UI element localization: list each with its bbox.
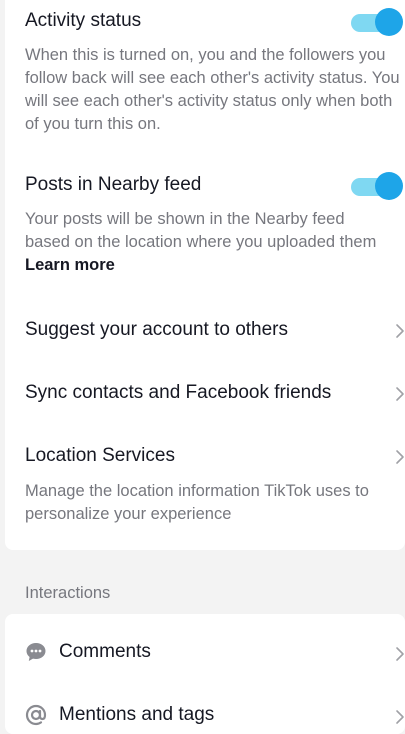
chevron-right-icon xyxy=(396,647,404,661)
chevron-right-icon xyxy=(396,450,404,464)
privacy-settings-card: Activity status When this is turned on, … xyxy=(5,0,405,550)
nearby-feed-description: Your posts will be shown in the Nearby f… xyxy=(25,208,385,277)
nearby-feed-title: Posts in Nearby feed xyxy=(25,174,202,195)
toggle-knob xyxy=(375,172,403,200)
toggle-knob xyxy=(375,8,403,36)
suggest-account-title: Suggest your account to others xyxy=(25,319,288,340)
nearby-feed-toggle[interactable] xyxy=(351,172,403,200)
location-services-title: Location Services xyxy=(25,445,175,466)
learn-more-link[interactable]: Learn more xyxy=(25,256,115,274)
nearby-feed-row: Posts in Nearby feed Your posts will be … xyxy=(25,172,405,274)
mentions-label: Mentions and tags xyxy=(59,704,215,725)
at-sign-icon xyxy=(25,704,47,726)
mentions-row[interactable]: Mentions and tags xyxy=(5,697,405,733)
comments-row[interactable]: Comments xyxy=(5,634,405,670)
activity-status-title: Activity status xyxy=(25,10,142,31)
sync-contacts-title: Sync contacts and Facebook friends xyxy=(25,382,332,403)
activity-status-row: Activity status When this is turned on, … xyxy=(25,8,405,133)
nearby-feed-description-text: Your posts will be shown in the Nearby f… xyxy=(25,210,377,251)
comments-label: Comments xyxy=(59,641,151,662)
chevron-right-icon xyxy=(396,710,404,724)
suggest-account-row[interactable]: Suggest your account to others xyxy=(5,308,405,352)
interactions-section-label: Interactions xyxy=(25,584,111,602)
comment-bubble-icon xyxy=(26,643,46,661)
interactions-card: Comments Mentions and tags xyxy=(5,614,405,734)
chevron-right-icon xyxy=(396,324,404,338)
location-services-description: Manage the location information TikTok u… xyxy=(25,482,369,523)
chevron-right-icon xyxy=(396,387,404,401)
activity-status-toggle[interactable] xyxy=(351,8,403,36)
location-services-row[interactable]: Location Services Manage the location in… xyxy=(5,434,405,526)
sync-contacts-row[interactable]: Sync contacts and Facebook friends xyxy=(5,371,405,415)
activity-status-description: When this is turned on, you and the foll… xyxy=(25,46,400,133)
